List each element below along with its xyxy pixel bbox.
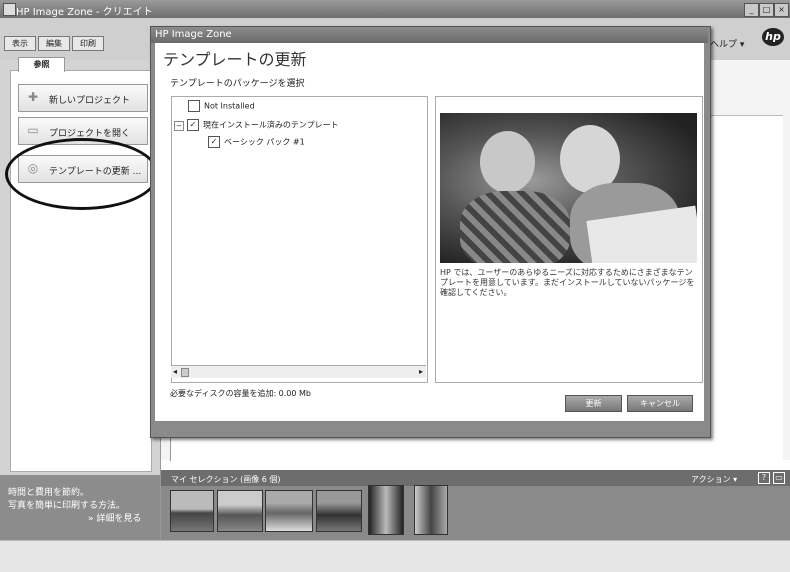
tree-item-basic-pack[interactable]: ✓ ベーシック パック #1	[208, 136, 305, 148]
tab-browse[interactable]: 参照	[18, 57, 65, 72]
preview-photo	[440, 113, 697, 263]
tab-print[interactable]: 印刷	[72, 36, 104, 51]
dialog-heading: テンプレートの更新	[163, 50, 307, 69]
photo-thumbnail[interactable]	[414, 485, 448, 535]
actions-menu[interactable]: アクション ▾	[691, 474, 737, 485]
template-description: HP では、ユーザーのあらゆるニーズに対応するためにさまざまなテンプレートを用意…	[440, 268, 695, 297]
help-menu[interactable]: ヘルプ ▾	[710, 37, 744, 50]
main-window-title: HP Image Zone - クリエイト	[16, 7, 153, 18]
folder-icon: ▭	[27, 123, 39, 137]
tree-item-installed[interactable]: − ✓ 現在インストール済みのテンプレート	[174, 119, 339, 131]
promo-line1: 時間と費用を節約。	[8, 488, 90, 498]
maximize-icon[interactable]: □	[759, 3, 774, 17]
promo-panel: 時間と費用を節約。 写真を簡単に印刷する方法。 » 詳細を見る	[0, 475, 160, 540]
plus-icon: ✚	[27, 90, 39, 104]
new-project-label: 新しいプロジェクト	[49, 96, 131, 106]
dialog-titlebar: HP Image Zone	[151, 27, 708, 43]
selection-title: マイ セレクション (画像 6 個)	[171, 475, 281, 484]
highlight-circle	[5, 138, 159, 210]
status-bar	[0, 540, 790, 572]
tab-view[interactable]: 表示	[4, 36, 36, 51]
minimize-icon[interactable]: _	[744, 3, 759, 17]
not-installed-label: Not Installed	[204, 101, 255, 111]
photo-thumbnail[interactable]	[265, 490, 313, 532]
scroll-left-icon[interactable]: ◂	[173, 367, 177, 376]
close-icon[interactable]: ×	[774, 3, 789, 17]
hp-logo: hp	[762, 28, 784, 46]
scroll-right-icon[interactable]: ▸	[419, 367, 423, 376]
main-window-titlebar: HP Image Zone - クリエイト _ □ ×	[0, 0, 790, 18]
photo-thumbnail[interactable]	[316, 490, 362, 532]
open-project-label: プロジェクトを開く	[49, 129, 131, 139]
checkbox-not-installed[interactable]	[188, 100, 200, 112]
new-project-button[interactable]: ✚ 新しいプロジェクト	[18, 84, 148, 112]
photo-thumbnail[interactable]	[170, 490, 214, 532]
app-icon	[3, 3, 16, 16]
basic-pack-label: ベーシック パック #1	[224, 137, 305, 147]
installed-label: 現在インストール済みのテンプレート	[203, 120, 339, 130]
expand-icon[interactable]: ▭	[773, 472, 785, 484]
dialog-subheading: テンプレートのパッケージを選択	[170, 79, 305, 89]
promo-line2: 写真を簡単に印刷する方法。	[8, 501, 126, 511]
disk-space-note: 必要なディスクの容量を追加: 0.00 Mb	[170, 389, 312, 398]
selection-header: マイ セレクション (画像 6 個) アクション ▾ ? ▭	[161, 470, 790, 486]
checkbox-installed[interactable]: ✓	[187, 119, 199, 131]
collapse-icon[interactable]: −	[174, 120, 184, 131]
help-icon[interactable]: ?	[758, 472, 770, 484]
photo-thumbnail[interactable]	[368, 485, 404, 535]
tree-horizontal-scrollbar[interactable]: ◂ ▸	[171, 365, 426, 378]
tree-item-not-installed[interactable]: Not Installed	[188, 100, 255, 112]
cancel-button[interactable]: キャンセル	[627, 395, 693, 412]
update-button[interactable]: 更新	[565, 395, 622, 412]
promo-link[interactable]: » 詳細を見る	[88, 511, 141, 524]
scroll-thumb[interactable]	[181, 368, 189, 377]
dialog-title: HP Image Zone	[155, 29, 232, 40]
checkbox-basic-pack[interactable]: ✓	[208, 136, 220, 148]
photo-thumbnail[interactable]	[217, 490, 263, 532]
tab-edit[interactable]: 編集	[38, 36, 70, 51]
